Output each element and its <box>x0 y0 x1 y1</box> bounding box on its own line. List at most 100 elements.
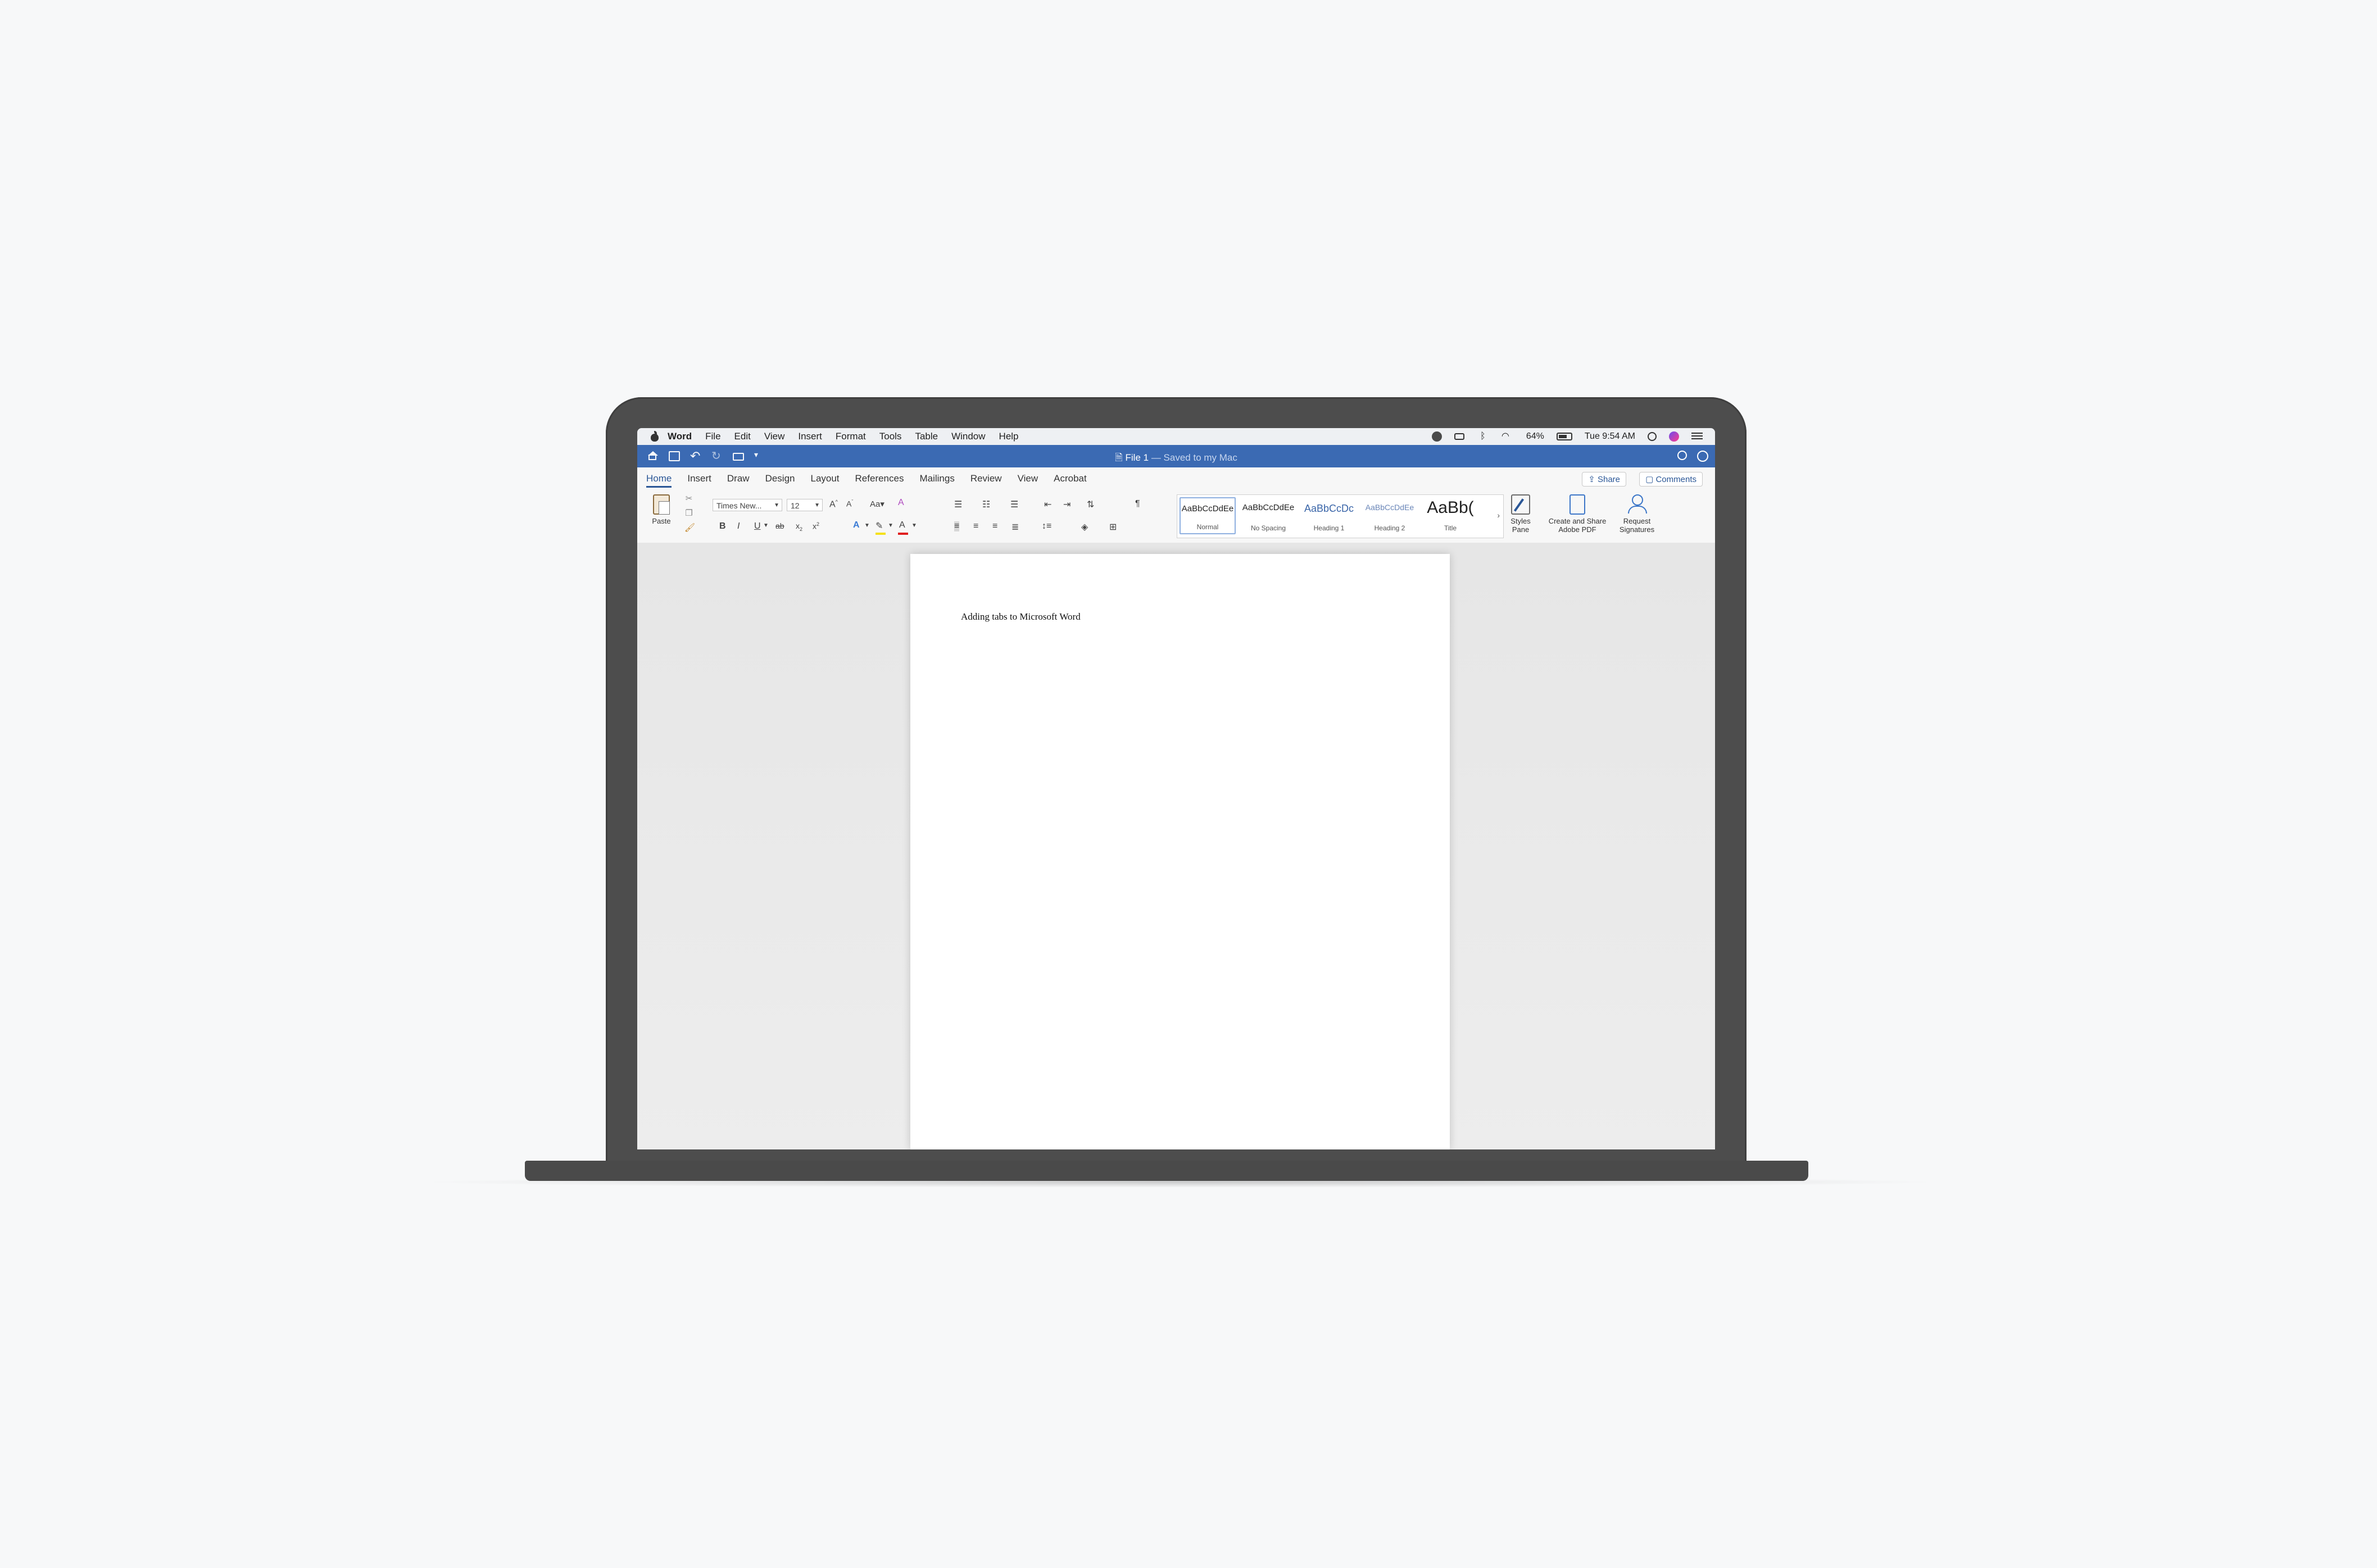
menu-view[interactable]: View <box>764 431 785 442</box>
style-no-spacing[interactable]: AaBbCcDdEe No Spacing <box>1240 497 1296 534</box>
create-share-pdf-button[interactable]: Create and Share Adobe PDF <box>1544 494 1611 534</box>
menu-file[interactable]: File <box>705 431 720 442</box>
align-center-icon[interactable]: ≡ <box>973 521 978 531</box>
menu-edit[interactable]: Edit <box>734 431 751 442</box>
font-size-select[interactable]: 12 ▼ <box>787 499 823 511</box>
borders-icon[interactable]: ⊞ <box>1109 521 1117 533</box>
chevron-down-icon: ▼ <box>774 502 779 508</box>
print-icon[interactable] <box>733 453 744 461</box>
change-case-icon[interactable]: Aa▾ <box>870 499 884 509</box>
airplay-icon[interactable] <box>1454 433 1464 440</box>
saved-status[interactable]: — Saved to my Mac <box>1151 452 1237 463</box>
menu-table[interactable]: Table <box>915 431 938 442</box>
menu-extras: ᛒ ◠ 64% Tue 9:54 AM <box>1431 428 1703 445</box>
document-body-text[interactable]: Adding tabs to Microsoft Word <box>961 611 1081 622</box>
menu-insert[interactable]: Insert <box>798 431 822 442</box>
align-right-icon[interactable]: ≡ <box>992 521 997 531</box>
save-icon[interactable] <box>669 451 680 461</box>
highlight-icon[interactable]: ✎ <box>876 520 883 531</box>
feedback-smiley-icon[interactable] <box>1697 451 1708 462</box>
creative-cloud-icon[interactable] <box>1431 431 1442 442</box>
style-heading-2[interactable]: AaBbCcDdEe Heading 2 <box>1362 497 1418 534</box>
style-normal[interactable]: AaBbCcDdEe Normal <box>1180 497 1236 534</box>
menu-format[interactable]: Format <box>836 431 866 442</box>
line-spacing-icon[interactable]: ↕≡ <box>1042 521 1051 531</box>
show-formatting-marks-icon[interactable]: ¶ <box>1135 499 1140 509</box>
chevron-down-icon[interactable]: ▼ <box>911 522 917 529</box>
clear-formatting-icon[interactable]: A <box>898 498 904 508</box>
spotlight-search-icon[interactable] <box>1648 432 1657 441</box>
request-signatures-button[interactable]: Request Signatures <box>1612 494 1662 534</box>
wifi-icon[interactable]: ◠ <box>1501 432 1514 441</box>
notification-center-icon[interactable] <box>1691 433 1703 440</box>
decrease-indent-icon[interactable]: ⇤ <box>1044 499 1051 510</box>
style-title[interactable]: AaBb( Title <box>1422 497 1478 534</box>
battery-icon[interactable] <box>1556 433 1572 440</box>
cut-icon[interactable]: ✂ <box>684 494 693 503</box>
menu-clock[interactable]: Tue 9:54 AM <box>1585 431 1635 442</box>
paste-button[interactable]: Paste <box>647 494 675 534</box>
font-name-select[interactable]: Times New... ▼ <box>713 499 782 511</box>
home-ribbon: Paste ✂ ❐ 🖌 Times New... ▼ 12 ▼ A^ Aˇ Aa▾ … <box>637 490 1715 543</box>
word-title-bar: 🗎 File 1 — Saved to my Mac <box>637 445 1715 467</box>
chevron-down-icon[interactable]: ▼ <box>763 522 769 529</box>
chevron-down-icon[interactable]: ▼ <box>888 522 893 529</box>
style-name: Heading 1 <box>1313 524 1345 532</box>
copy-icon[interactable]: ❐ <box>684 509 693 518</box>
bluetooth-icon[interactable]: ᛒ <box>1477 432 1489 441</box>
document-page[interactable]: Adding tabs to Microsoft Word <box>910 554 1450 1149</box>
create-pdf-label: Create and Share Adobe PDF <box>1548 517 1607 534</box>
sort-icon[interactable]: ⇅ <box>1087 499 1094 510</box>
siri-icon[interactable] <box>1669 431 1679 442</box>
styles-pane-label: Styles Pane <box>1510 517 1531 534</box>
font-color-icon[interactable]: A <box>899 520 905 530</box>
shading-icon[interactable]: ◈ <box>1081 521 1088 533</box>
bold-button[interactable]: B <box>719 521 726 531</box>
tab-layout[interactable]: Layout <box>810 470 839 488</box>
format-painter-icon[interactable]: 🖌 <box>684 524 695 533</box>
home-icon[interactable] <box>647 451 659 461</box>
style-sample: AaBbCcDdEe <box>1242 503 1295 512</box>
menu-word[interactable]: Word <box>668 431 692 442</box>
style-name: Title <box>1444 524 1457 532</box>
tab-references[interactable]: References <box>855 470 904 488</box>
comments-button[interactable]: ▢ Comments <box>1639 472 1703 487</box>
undo-icon[interactable] <box>690 449 701 463</box>
superscript-button[interactable]: x2 <box>813 521 819 531</box>
align-left-icon[interactable]: ≡ <box>954 521 960 531</box>
tab-view[interactable]: View <box>1018 470 1038 488</box>
tab-home[interactable]: Home <box>646 470 672 488</box>
clipboard-icon <box>653 494 670 515</box>
increase-indent-icon[interactable]: ⇥ <box>1063 499 1070 510</box>
numbering-icon[interactable]: ☷ <box>982 499 990 510</box>
tab-mailings[interactable]: Mailings <box>919 470 954 488</box>
search-document-icon[interactable] <box>1677 451 1687 460</box>
italic-button[interactable]: I <box>737 521 740 531</box>
shrink-font-icon[interactable]: Aˇ <box>846 499 853 508</box>
menu-tools[interactable]: Tools <box>879 431 902 442</box>
strikethrough-button[interactable]: ab <box>775 521 784 530</box>
tab-review[interactable]: Review <box>970 470 1002 488</box>
chevron-down-icon[interactable]: ▼ <box>864 522 870 529</box>
underline-button[interactable]: U <box>754 521 761 531</box>
tab-draw[interactable]: Draw <box>727 470 750 488</box>
tab-acrobat[interactable]: Acrobat <box>1054 470 1087 488</box>
justify-icon[interactable]: ≣ <box>1011 521 1019 533</box>
styles-pane-button[interactable]: Styles Pane <box>1505 494 1536 534</box>
font-size-value: 12 <box>791 501 800 510</box>
bullets-icon[interactable]: ☰ <box>954 499 962 510</box>
subscript-button[interactable]: x2 <box>796 521 802 532</box>
styles-more-icon[interactable]: › <box>1497 511 1500 520</box>
tab-design[interactable]: Design <box>765 470 795 488</box>
style-heading-1[interactable]: AaBbCcDc Heading 1 <box>1301 497 1357 534</box>
customize-toolbar-icon[interactable] <box>754 450 765 461</box>
tab-insert[interactable]: Insert <box>687 470 711 488</box>
menu-window[interactable]: Window <box>951 431 985 442</box>
menu-help[interactable]: Help <box>999 431 1019 442</box>
redo-icon[interactable] <box>711 449 723 463</box>
multilevel-list-icon[interactable]: ☰ <box>1010 499 1018 510</box>
apple-menu-icon[interactable] <box>650 431 660 442</box>
text-effects-icon[interactable]: A <box>853 520 860 530</box>
share-button[interactable]: ⇪ Share <box>1582 472 1626 487</box>
grow-font-icon[interactable]: A^ <box>829 499 838 510</box>
